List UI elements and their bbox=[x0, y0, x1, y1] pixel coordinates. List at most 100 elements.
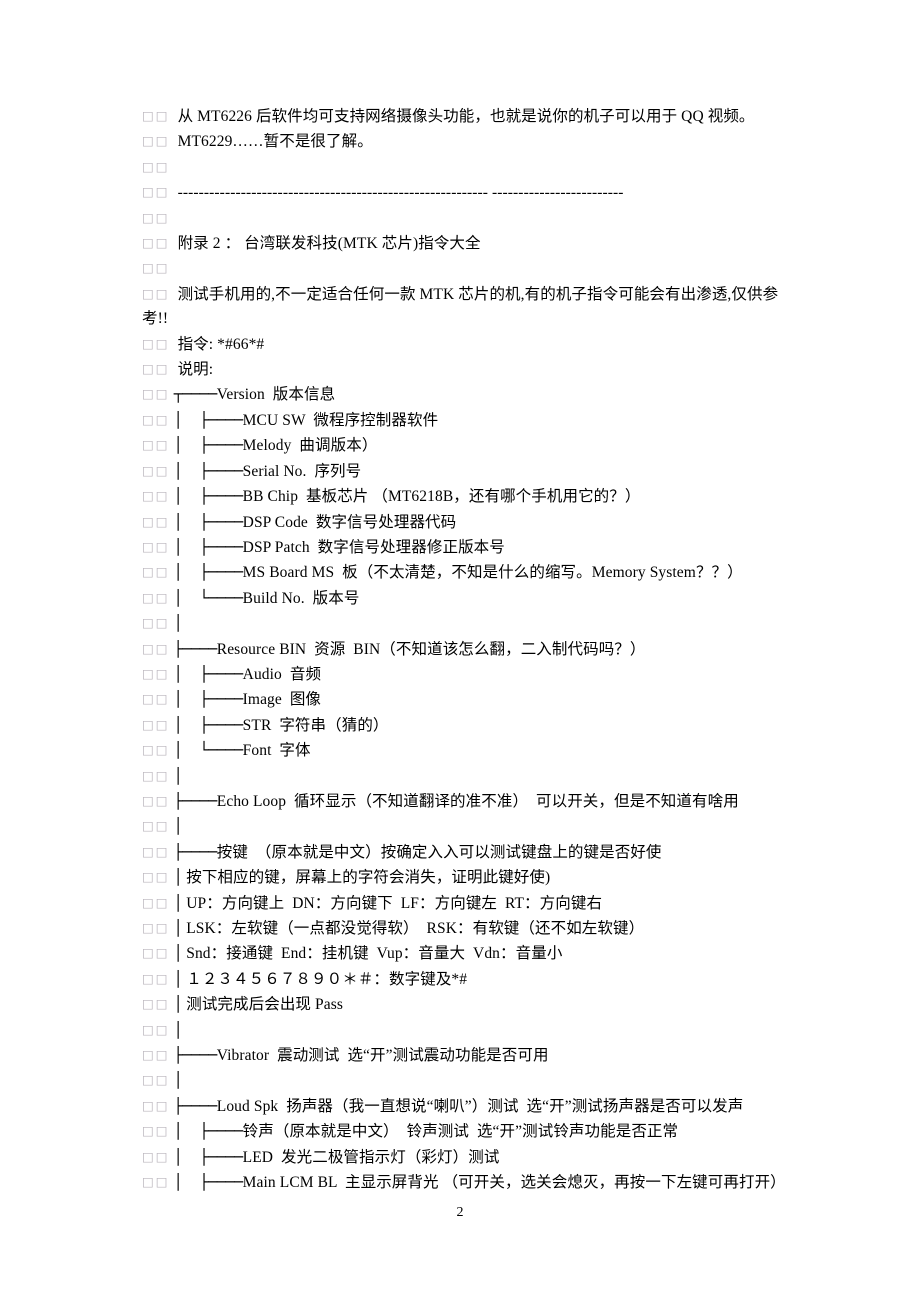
document-line: □□ │ ├────DSP Code 数字信号处理器代码 bbox=[142, 510, 788, 535]
missing-glyph-box-icon: □□ bbox=[142, 843, 170, 859]
document-line: □□ │ UP：方向键上 DN：方向键下 LF：方向键左 RT：方向键右 bbox=[142, 891, 788, 916]
missing-glyph-box-icon: □□ bbox=[142, 184, 170, 200]
document-line: □□ 从 MT6226 后软件均可支持网络摄像头功能，也就是说你的机子可以用于 … bbox=[142, 104, 788, 129]
document-line: □□ 测试手机用的,不一定适合任何一款 MTK 芯片的机,有的机子指令可能会有出… bbox=[142, 282, 788, 332]
line-text: LED 发光二极管指示灯（彩灯）测试 bbox=[242, 1148, 500, 1166]
tree-branch-glyph: ├──── bbox=[173, 1046, 218, 1065]
document-body: □□ 从 MT6226 后软件均可支持网络摄像头功能，也就是说你的机子可以用于 … bbox=[142, 104, 788, 1195]
missing-glyph-box-icon: □□ bbox=[142, 1174, 170, 1190]
tree-branch-glyph: │ ├──── bbox=[173, 715, 243, 734]
line-text: MT6229……暂不是很了解。 bbox=[173, 133, 373, 151]
missing-glyph-box-icon: □□ bbox=[142, 1047, 170, 1063]
line-text: BB Chip 基板芯片 （MT6218B，还有哪个手机用它的？） bbox=[242, 488, 641, 506]
line-text: Font 字体 bbox=[242, 742, 311, 760]
line-text: MS Board MS 板（不太清楚，不知是什么的缩写。Memory Syste… bbox=[242, 564, 743, 582]
document-line: □□ │ ├────铃声（原本就是中文） 铃声测试 选“开”测试铃声功能是否正常 bbox=[142, 1119, 788, 1144]
document-line: □□ │ １２３４５６７８９０＊＃：数字键及*# bbox=[142, 967, 788, 992]
document-line: □□ │ ├────Main LCM BL 主显示屏背光 （可开关，选关会熄灭，… bbox=[142, 1170, 788, 1195]
document-line: □□ │ bbox=[142, 611, 788, 636]
document-line: □□ │ bbox=[142, 1018, 788, 1043]
missing-glyph-box-icon: □□ bbox=[142, 1097, 170, 1113]
line-text: 测试完成后会出现 Pass bbox=[182, 996, 343, 1014]
document-line: □□ │ 按下相应的键，屏幕上的字符会消失，证明此键好使) bbox=[142, 865, 788, 890]
document-line: □□ 指令: *#66*# bbox=[142, 332, 788, 357]
line-text: STR 字符串（猜的） bbox=[242, 716, 389, 734]
line-text: Version 版本信息 bbox=[216, 386, 336, 404]
missing-glyph-box-icon: □□ bbox=[142, 767, 170, 783]
missing-glyph-box-icon: □□ bbox=[142, 1123, 170, 1139]
document-line: □□ │ Snd：接通键 End：挂机键 Vup：音量大 Vdn：音量小 bbox=[142, 941, 788, 966]
tree-branch-glyph: │ ├──── bbox=[173, 436, 243, 455]
line-text: Loud Spk 扬声器（我一直想说“喇叭”）测试 选“开”测试扬声器是否可以发… bbox=[216, 1097, 744, 1115]
document-line: □□ │ ├────MS Board MS 板（不太清楚，不知是什么的缩写。Me… bbox=[142, 560, 788, 585]
missing-glyph-box-icon: □□ bbox=[142, 1072, 170, 1088]
document-line: □□ │ ├────MCU SW 微程序控制器软件 bbox=[142, 408, 788, 433]
missing-glyph-box-icon: □□ bbox=[142, 1148, 170, 1164]
document-line: □□ │ └────Font 字体 bbox=[142, 738, 788, 763]
document-line: □□ │ ├────LED 发光二极管指示灯（彩灯）测试 bbox=[142, 1145, 788, 1170]
document-line: □□ -------------------------------------… bbox=[142, 180, 788, 205]
line-text: MCU SW 微程序控制器软件 bbox=[242, 411, 439, 429]
line-text: 从 MT6226 后软件均可支持网络摄像头功能，也就是说你的机子可以用于 QQ … bbox=[173, 108, 755, 125]
document-line: □□ │ bbox=[142, 764, 788, 789]
line-text: 按键 （原本就是中文）按确定入入可以测试键盘上的键是否好使 bbox=[216, 843, 662, 861]
tree-branch-glyph: │ ├──── bbox=[173, 1173, 243, 1192]
missing-glyph-box-icon: □□ bbox=[142, 1021, 170, 1037]
line-text: Serial No. 序列号 bbox=[242, 462, 362, 480]
line-text: Image 图像 bbox=[242, 691, 322, 709]
tree-branch-glyph: ┬──── bbox=[173, 385, 218, 404]
missing-glyph-box-icon: □□ bbox=[142, 158, 170, 174]
missing-glyph-box-icon: □□ bbox=[142, 716, 170, 732]
tree-branch-glyph: │ bbox=[173, 919, 183, 937]
missing-glyph-box-icon: □□ bbox=[142, 920, 170, 935]
document-line: □□ ├────按键 （原本就是中文）按确定入入可以测试键盘上的键是否好使 bbox=[142, 840, 788, 865]
missing-glyph-box-icon: □□ bbox=[142, 108, 170, 123]
tree-branch-glyph: │ bbox=[173, 893, 183, 912]
document-line: □□ │ ├────Image 图像 bbox=[142, 687, 788, 712]
missing-glyph-box-icon: □□ bbox=[142, 996, 170, 1012]
line-text: DSP Patch 数字信号处理器修正版本号 bbox=[242, 538, 505, 556]
line-text: LSK：左软键（一点都没觉得软） RSK：有软键（还不如左软键） bbox=[182, 920, 645, 937]
missing-glyph-box-icon: □□ bbox=[142, 235, 170, 251]
tree-branch-glyph: │ bbox=[173, 969, 183, 988]
line-text: 铃声（原本就是中文） 铃声测试 选“开”测试铃声功能是否正常 bbox=[242, 1123, 679, 1141]
missing-glyph-box-icon: □□ bbox=[142, 133, 170, 149]
tree-branch-glyph: │ ├──── bbox=[173, 487, 243, 506]
line-text: 测试手机用的,不一定适合任何一款 MTK 芯片的机,有的机子指令可能会有出渗透,… bbox=[142, 285, 779, 328]
document-line: □□ │ bbox=[142, 1068, 788, 1093]
document-line: □□ bbox=[142, 155, 788, 180]
document-line: □□ 说明: bbox=[142, 357, 788, 382]
tree-branch-glyph: │ bbox=[173, 817, 183, 836]
tree-branch-glyph: │ └──── bbox=[173, 588, 243, 607]
missing-glyph-box-icon: □□ bbox=[142, 564, 170, 580]
tree-branch-glyph: │ bbox=[173, 868, 183, 887]
missing-glyph-box-icon: □□ bbox=[142, 209, 170, 225]
line-text: Resource BIN 资源 BIN（不知道该怎么翻，二入制代码吗？） bbox=[216, 640, 646, 658]
document-line: □□ 附录 2 ： 台湾联发科技(MTK 芯片)指令大全 bbox=[142, 231, 788, 256]
missing-glyph-box-icon: □□ bbox=[142, 513, 170, 529]
document-line: □□ │ ├────DSP Patch 数字信号处理器修正版本号 bbox=[142, 535, 788, 560]
tree-branch-glyph: ├──── bbox=[173, 791, 218, 810]
line-text: 说明: bbox=[173, 361, 214, 379]
document-line: □□ MT6229……暂不是很了解。 bbox=[142, 129, 788, 154]
tree-branch-glyph: ├──── bbox=[173, 639, 218, 658]
line-text: UP：方向键上 DN：方向键下 LF：方向键左 RT：方向键右 bbox=[182, 894, 603, 912]
tree-branch-glyph: │ ├──── bbox=[173, 537, 243, 556]
tree-branch-glyph: │ ├──── bbox=[173, 690, 243, 709]
line-text: 按下相应的键，屏幕上的字符会消失，证明此键好使) bbox=[182, 869, 551, 887]
line-text: １２３４５６７８９０＊＃：数字键及*# bbox=[182, 970, 468, 988]
line-text: Audio 音频 bbox=[242, 665, 322, 683]
tree-branch-glyph: │ ├──── bbox=[173, 664, 243, 683]
missing-glyph-box-icon: □□ bbox=[142, 818, 170, 834]
page-number: 2 bbox=[456, 1205, 464, 1220]
missing-glyph-box-icon: □□ bbox=[142, 970, 170, 986]
missing-glyph-box-icon: □□ bbox=[142, 260, 170, 276]
line-text: Build No. 版本号 bbox=[242, 589, 360, 607]
missing-glyph-box-icon: □□ bbox=[142, 411, 170, 427]
missing-glyph-box-icon: □□ bbox=[142, 742, 170, 758]
missing-glyph-box-icon: □□ bbox=[142, 589, 170, 605]
document-line: □□ ├────Resource BIN 资源 BIN（不知道该怎么翻，二入制代… bbox=[142, 637, 788, 662]
document-line: □□ │ LSK：左软键（一点都没觉得软） RSK：有软键（还不如左软键） bbox=[142, 916, 788, 941]
missing-glyph-box-icon: □□ bbox=[142, 538, 170, 554]
missing-glyph-box-icon: □□ bbox=[142, 285, 170, 301]
